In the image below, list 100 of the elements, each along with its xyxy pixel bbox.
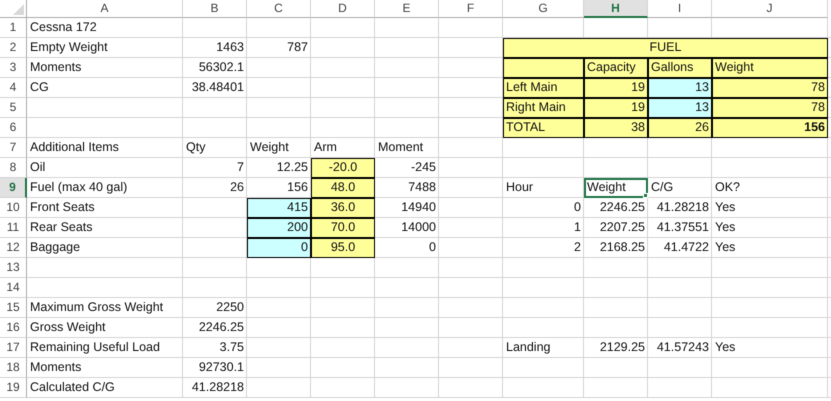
row-header[interactable]: 11	[0, 218, 27, 238]
table-cell[interactable]: 56302.1	[183, 58, 247, 78]
table-cell[interactable]: 19	[584, 78, 648, 98]
row-header[interactable]: 12	[0, 238, 27, 258]
row-header[interactable]: 15	[0, 298, 27, 318]
table-cell[interactable]: Arm	[311, 138, 375, 158]
column-header[interactable]: H	[584, 0, 648, 18]
table-cell[interactable]: 38.48401	[183, 78, 247, 98]
row-header[interactable]: 16	[0, 318, 27, 338]
table-cell[interactable]: 3.75	[183, 338, 247, 358]
table-cell[interactable]: Cessna 172	[27, 18, 183, 38]
table-cell[interactable]: Oil	[27, 158, 183, 178]
table-cell[interactable]: 2246.25	[584, 198, 648, 218]
table-cell[interactable]: 92730.1	[183, 358, 247, 378]
table-cell[interactable]: 200	[247, 218, 311, 238]
table-cell[interactable]: 1	[503, 218, 584, 238]
table-cell[interactable]: -20.0	[311, 158, 375, 178]
table-cell[interactable]: Right Main	[503, 98, 584, 118]
table-cell[interactable]: 41.28218	[183, 378, 247, 398]
table-cell[interactable]: 2129.25	[584, 338, 648, 358]
table-cell[interactable]: 36.0	[311, 198, 375, 218]
table-cell[interactable]: 1463	[183, 38, 247, 58]
table-cell[interactable]: Baggage	[27, 238, 183, 258]
table-cell[interactable]: 48.0	[311, 178, 375, 198]
table-cell[interactable]: 41.57243	[648, 338, 712, 358]
table-cell[interactable]: 14940	[375, 198, 439, 218]
table-cell[interactable]: Weight	[712, 58, 828, 78]
table-cell[interactable]: 41.4722	[648, 238, 712, 258]
table-cell[interactable]: Remaining Useful Load	[27, 338, 183, 358]
table-cell[interactable]: 13	[648, 78, 712, 98]
table-cell[interactable]: 156	[247, 178, 311, 198]
table-cell[interactable]: Yes	[712, 218, 828, 238]
table-cell[interactable]: 2	[503, 238, 584, 258]
table-cell[interactable]: TOTAL	[503, 118, 584, 138]
row-header[interactable]: 5	[0, 98, 27, 118]
table-cell[interactable]: Moments	[27, 358, 183, 378]
table-cell[interactable]: 26	[648, 118, 712, 138]
table-cell[interactable]: 12.25	[247, 158, 311, 178]
table-cell[interactable]: 2250	[183, 298, 247, 318]
row-header[interactable]: 3	[0, 58, 27, 78]
table-cell[interactable]: 41.28218	[648, 198, 712, 218]
row-header[interactable]: 10	[0, 198, 27, 218]
table-cell[interactable]: Fuel (max 40 gal)	[27, 178, 183, 198]
table-cell[interactable]: FUEL	[503, 38, 828, 58]
table-cell[interactable]: C/G	[648, 178, 712, 198]
table-cell[interactable]: 95.0	[311, 238, 375, 258]
row-header[interactable]: 14	[0, 278, 27, 298]
table-cell[interactable]: Weight	[584, 178, 648, 198]
table-cell[interactable]: Left Main	[503, 78, 584, 98]
table-cell[interactable]: -245	[375, 158, 439, 178]
table-cell[interactable]: Yes	[712, 238, 828, 258]
table-cell[interactable]: Additional Items	[27, 138, 183, 158]
table-cell[interactable]	[503, 58, 584, 78]
table-cell[interactable]: 0	[375, 238, 439, 258]
table-cell[interactable]: Moments	[27, 58, 183, 78]
table-cell[interactable]: 7488	[375, 178, 439, 198]
table-cell[interactable]: 415	[247, 198, 311, 218]
table-cell[interactable]: 26	[183, 178, 247, 198]
table-cell[interactable]: 787	[247, 38, 311, 58]
table-cell[interactable]: 41.37551	[648, 218, 712, 238]
table-cell[interactable]: 14000	[375, 218, 439, 238]
table-cell[interactable]: 2168.25	[584, 238, 648, 258]
table-cell[interactable]: OK?	[712, 178, 828, 198]
table-cell[interactable]: Front Seats	[27, 198, 183, 218]
table-cell[interactable]: 156	[712, 118, 828, 138]
table-cell[interactable]: 2207.25	[584, 218, 648, 238]
row-header[interactable]: 4	[0, 78, 27, 98]
table-cell[interactable]: 78	[712, 98, 828, 118]
table-cell[interactable]: Maximum Gross Weight	[27, 298, 183, 318]
table-cell[interactable]: 0	[503, 198, 584, 218]
table-cell[interactable]: Hour	[503, 178, 584, 198]
table-cell[interactable]: Landing	[503, 338, 584, 358]
table-cell[interactable]: Yes	[712, 198, 828, 218]
row-header[interactable]: 9	[0, 178, 27, 198]
row-header[interactable]: 2	[0, 38, 27, 58]
row-header[interactable]: 13	[0, 258, 27, 278]
table-cell[interactable]: Gallons	[648, 58, 712, 78]
table-cell[interactable]: 0	[247, 238, 311, 258]
row-header[interactable]: 18	[0, 358, 27, 378]
row-header[interactable]: 6	[0, 118, 27, 138]
row-header[interactable]: 19	[0, 378, 27, 398]
table-cell[interactable]: Rear Seats	[27, 218, 183, 238]
row-header[interactable]: 7	[0, 138, 27, 158]
table-cell[interactable]: Qty	[183, 138, 247, 158]
table-cell[interactable]: CG	[27, 78, 183, 98]
table-cell[interactable]: 38	[584, 118, 648, 138]
table-cell[interactable]: Calculated C/G	[27, 378, 183, 398]
table-cell[interactable]: Empty Weight	[27, 38, 183, 58]
table-cell[interactable]: 19	[584, 98, 648, 118]
table-cell[interactable]: Weight	[247, 138, 311, 158]
table-cell[interactable]: 2246.25	[183, 318, 247, 338]
table-cell[interactable]: 70.0	[311, 218, 375, 238]
table-cell[interactable]: Capacity	[584, 58, 648, 78]
fill-handle[interactable]	[643, 193, 648, 198]
table-cell[interactable]: Yes	[712, 338, 828, 358]
table-cell[interactable]: 78	[712, 78, 828, 98]
table-cell[interactable]: Moment	[375, 138, 439, 158]
row-header[interactable]: 17	[0, 338, 27, 358]
row-header[interactable]: 1	[0, 18, 27, 38]
table-cell[interactable]: 7	[183, 158, 247, 178]
